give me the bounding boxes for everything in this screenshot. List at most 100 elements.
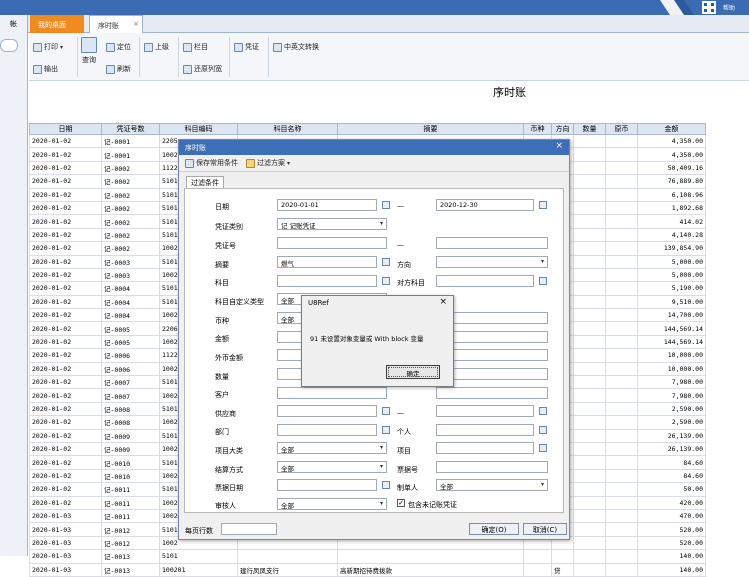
lookup-icon[interactable] xyxy=(539,426,547,434)
summary-input[interactable]: 燃气 xyxy=(277,256,377,268)
column-header[interactable]: 金额 xyxy=(637,123,706,135)
dialog-toolbar: 保存常用条件 过滤方案 ▾ xyxy=(179,155,569,172)
table-cell: 2020-01-03 xyxy=(29,549,102,564)
locate-icon xyxy=(106,42,115,52)
table-cell xyxy=(605,455,638,470)
table-cell: 140.00 xyxy=(637,562,706,577)
up-level-button[interactable]: 上级 xyxy=(144,42,169,52)
lookup-icon[interactable] xyxy=(382,407,390,415)
column-header[interactable]: 币种 xyxy=(523,123,552,135)
person-input[interactable] xyxy=(436,424,534,436)
refresh-button[interactable]: 刷新 xyxy=(106,64,131,74)
dialog-close-icon[interactable]: × xyxy=(555,141,563,151)
table-cell xyxy=(605,468,638,484)
table-cell: 记-0004 xyxy=(101,308,160,323)
table-cell: 4,140.28 xyxy=(637,227,706,243)
settlement-select[interactable]: 全部 xyxy=(277,461,387,473)
chevron-down-icon[interactable]: ▾ xyxy=(541,481,544,488)
table-cell xyxy=(605,334,638,350)
date-to-input[interactable]: 2020-12-30 xyxy=(436,199,534,211)
table-cell: 520.00 xyxy=(637,535,706,551)
output-button[interactable]: 输出 xyxy=(33,64,58,74)
person-label: 个人 xyxy=(397,428,411,436)
calendar-icon[interactable] xyxy=(382,481,390,489)
column-header[interactable]: 数量 xyxy=(573,123,606,135)
voucher-no-from-input[interactable] xyxy=(277,237,387,249)
counter-account-input[interactable] xyxy=(436,275,534,287)
restore-width-button[interactable]: 还原列宽 xyxy=(183,64,222,74)
ok-button[interactable]: 确定(O) xyxy=(469,523,519,535)
date-from-input[interactable]: 2020-01-01 xyxy=(277,199,377,211)
left-search-input[interactable] xyxy=(0,39,18,52)
column-header[interactable]: 原币 xyxy=(605,123,638,135)
bill-date-input[interactable] xyxy=(277,479,377,491)
table-cell xyxy=(605,482,638,497)
lookup-icon[interactable] xyxy=(539,444,547,452)
help-link[interactable]: 帮助 xyxy=(723,3,735,12)
supplier-input[interactable] xyxy=(277,405,377,417)
table-cell: 7,980.00 xyxy=(637,375,706,390)
per-page-input[interactable] xyxy=(221,523,277,535)
table-cell: 2020-01-02 xyxy=(29,308,102,323)
lookup-icon[interactable] xyxy=(539,277,547,285)
calendar-icon[interactable] xyxy=(539,201,547,209)
filter-plan-label: 过滤方案 xyxy=(257,159,285,167)
voucher-no-to-input[interactable] xyxy=(436,237,548,249)
project-input[interactable] xyxy=(436,442,534,454)
table-cell: 2020-01-02 xyxy=(29,375,102,390)
reviewer-select[interactable]: 全部 xyxy=(277,498,387,510)
column-header[interactable]: 方向 xyxy=(551,123,574,135)
calendar-icon[interactable] xyxy=(382,201,390,209)
bill-no-input[interactable] xyxy=(436,461,548,473)
table-row[interactable]: 2020-01-03 记-0013 5101 140.00 xyxy=(29,549,706,564)
lookup-icon[interactable] xyxy=(382,258,390,266)
chevron-down-icon[interactable]: ▾ xyxy=(380,500,383,507)
cancel-button[interactable]: 取消(C) xyxy=(523,523,567,535)
tab-filter-conditions[interactable]: 过滤条件 xyxy=(186,176,224,188)
cn-en-toggle-button[interactable]: 中英文转换 xyxy=(273,42,319,52)
project-class-select[interactable]: 全部 xyxy=(277,442,387,454)
up-arrow-icon xyxy=(144,42,153,52)
filter-plan-button[interactable]: 过滤方案 ▾ xyxy=(246,158,290,168)
query-button[interactable]: 查询 xyxy=(81,37,97,65)
include-unposted-checkbox[interactable]: ✓ xyxy=(397,499,405,507)
print-button[interactable]: 打印 ▾ xyxy=(33,42,63,52)
column-header[interactable]: 摘要 xyxy=(337,123,524,135)
chevron-down-icon[interactable]: ▾ xyxy=(380,463,383,470)
customer-to-input[interactable] xyxy=(436,387,548,399)
lookup-icon[interactable] xyxy=(539,407,547,415)
table-cell xyxy=(573,267,606,283)
save-icon xyxy=(185,158,194,168)
tab-close-icon[interactable]: × xyxy=(133,20,139,28)
customer-input[interactable] xyxy=(277,387,387,399)
table-cell: 记-0009 xyxy=(101,441,160,457)
lookup-icon[interactable] xyxy=(382,426,390,434)
lookup-icon[interactable] xyxy=(382,277,390,285)
locate-button[interactable]: 定位 xyxy=(106,42,131,52)
account-input[interactable] xyxy=(277,275,377,287)
tab-desktop[interactable]: 我的桌面 xyxy=(30,15,84,33)
table-cell: 记-0002 xyxy=(101,200,160,216)
column-header[interactable]: 科目名称 xyxy=(237,123,338,135)
columns-label: 栏目 xyxy=(194,43,208,51)
columns-button[interactable]: 栏目 xyxy=(183,42,208,52)
message-box-close-icon[interactable]: × xyxy=(439,297,447,307)
column-header[interactable]: 日期 xyxy=(29,123,102,135)
voucher-type-select[interactable]: 记 记账凭证 xyxy=(277,218,387,230)
column-header[interactable]: 凭证号数 xyxy=(101,123,160,135)
department-input[interactable] xyxy=(277,424,377,436)
maker-select[interactable]: 全部 xyxy=(436,479,548,491)
table-cell: 2020-01-02 xyxy=(29,294,102,310)
voucher-button[interactable]: 凭证 xyxy=(234,42,259,52)
chevron-down-icon[interactable]: ▾ xyxy=(541,258,544,265)
chevron-down-icon[interactable]: ▾ xyxy=(380,220,383,227)
table-row[interactable]: 2020-01-03 记-0013 100201 建行凤凤支行 高新期招待费拨款 贷 140… xyxy=(29,562,706,577)
column-header[interactable]: 科目编码 xyxy=(159,123,238,135)
message-ok-button[interactable]: 确定 xyxy=(386,365,440,379)
direction-select[interactable] xyxy=(436,256,548,268)
table-cell: 2020-01-02 xyxy=(29,321,102,336)
supplier-to-input[interactable] xyxy=(436,405,534,417)
tab-ledger[interactable]: 序时账 × xyxy=(89,15,143,33)
chevron-down-icon[interactable]: ▾ xyxy=(380,444,383,451)
save-common-button[interactable]: 保存常用条件 xyxy=(185,158,238,168)
